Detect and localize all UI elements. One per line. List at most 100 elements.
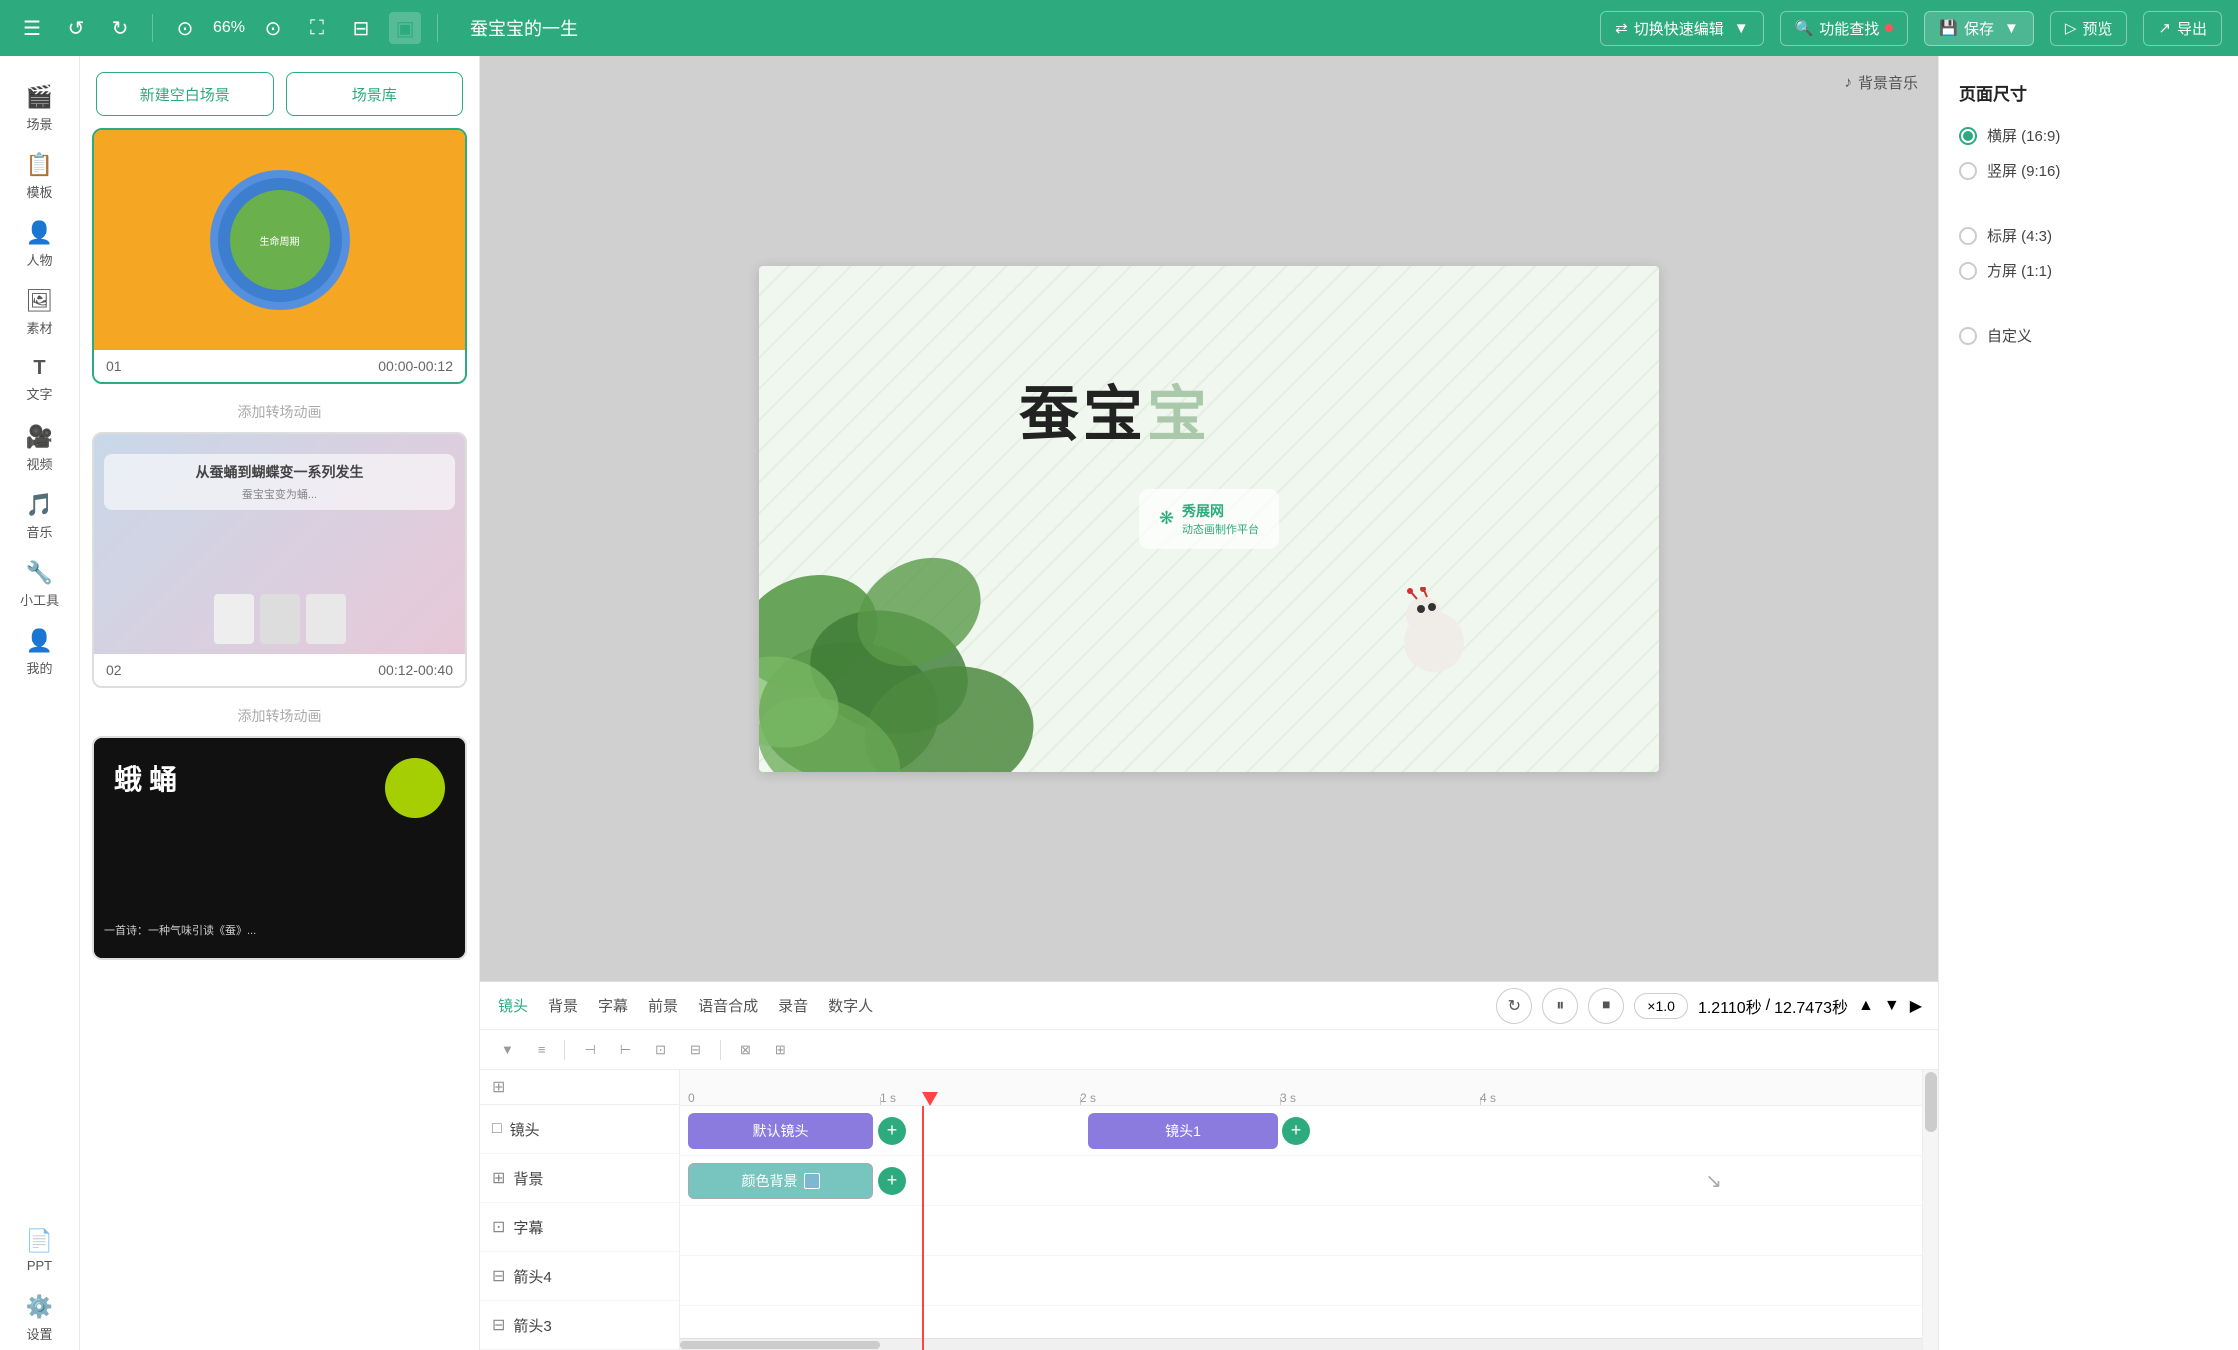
scene-card-3[interactable]: 蛾 蛹 一首诗：一种气味引读《蚕》... [92, 736, 467, 960]
lens-track-label: 镜头 [510, 1119, 540, 1140]
sidebar-item-mine[interactable]: 👤 我的 [4, 620, 76, 684]
add-btn-bg[interactable]: + [878, 1167, 906, 1195]
sidebar-item-template[interactable]: 📋 模板 [4, 144, 76, 208]
bg-music-button[interactable]: ♪ 背景音乐 [1844, 72, 1918, 93]
sidebar-item-material[interactable]: 🖼 素材 [4, 280, 76, 344]
sidebar-item-scene[interactable]: 🎬 场景 [4, 76, 76, 140]
expand-icon[interactable]: ▶ [1910, 996, 1922, 1016]
add-transition-1[interactable]: 添加转场动画 [92, 392, 467, 432]
more-btn[interactable]: ⊞ [766, 1038, 795, 1062]
up-arrow-icon[interactable]: ▲ [1858, 997, 1874, 1015]
option-custom[interactable]: 自定义 [1959, 325, 2218, 346]
save-dropdown-icon[interactable]: ▼ [2004, 20, 2019, 37]
scene-library-button[interactable]: 场景库 [286, 72, 464, 116]
speed-button[interactable]: ×1.0 [1634, 993, 1688, 1019]
export-button[interactable]: ↗ 导出 [2143, 11, 2222, 46]
tab-foreground[interactable]: 前景 [646, 991, 680, 1020]
ppt-icon: 📄 [26, 1228, 53, 1254]
delete-btn[interactable]: ⊢ [611, 1038, 640, 1062]
down-arrow-icon[interactable]: ▼ [1884, 997, 1900, 1015]
add-btn-after-lens1[interactable]: + [1282, 1117, 1310, 1145]
fullscreen-icon[interactable]: ⛶ [301, 12, 333, 44]
option-landscape[interactable]: 横屏 (16:9) [1959, 125, 2218, 146]
scrollbar-thumb[interactable] [680, 1341, 880, 1349]
sidebar-label-scene: 场景 [26, 114, 52, 133]
radio-landscape[interactable] [1959, 127, 1977, 145]
undo-button[interactable]: ↺ [60, 12, 92, 44]
sidebar-item-video[interactable]: 🎥 视频 [4, 416, 76, 480]
save-button[interactable]: 💾 保存 ▼ [1924, 11, 2034, 46]
redo-button[interactable]: ↻ [104, 12, 136, 44]
new-scene-button[interactable]: 新建空白场景 [96, 72, 274, 116]
canvas-stage[interactable]: 蚕宝宝 ❋ [759, 266, 1659, 772]
timeline-scrollbar[interactable] [680, 1338, 1922, 1350]
add-btn-after-default-lens[interactable]: + [878, 1117, 906, 1145]
tab-bg[interactable]: 背景 [546, 991, 580, 1020]
radio-portrait[interactable] [1959, 162, 1977, 180]
vertical-scrollbar[interactable] [1922, 1070, 1938, 1350]
preview-icon[interactable]: ⊙ [257, 12, 289, 44]
loop-button[interactable]: ↻ [1496, 988, 1532, 1024]
track-content: 0 1 s 2 s 3 s 4 s [680, 1070, 1922, 1350]
view-icon[interactable]: ⊙ [169, 12, 201, 44]
sidebar-item-tools[interactable]: 🔧 小工具 [4, 552, 76, 616]
scene-card-footer-1: 01 00:00-00:12 [94, 350, 465, 382]
switch-dropdown-icon[interactable]: ▼ [1734, 20, 1749, 37]
playhead-line[interactable] [922, 1106, 924, 1350]
menu-icon[interactable]: ☰ [16, 12, 48, 44]
leaves-decoration [759, 432, 1109, 772]
radio-square[interactable] [1959, 262, 1977, 280]
sidebar-item-character[interactable]: 👤 人物 [4, 212, 76, 276]
tab-lens[interactable]: 镜头 [496, 991, 530, 1020]
project-title: 蚕宝宝的一生 [470, 15, 578, 41]
scene-item-2: 从蚕蛹到蝴蝶变一系列发生 蚕宝宝变为蛹... 02 00:12-00:40 [92, 432, 467, 688]
function-search-button[interactable]: 🔍 功能查找 [1780, 11, 1909, 46]
label-portrait: 竖屏 (9:16) [1987, 160, 2060, 181]
scene-number-1: 01 [106, 358, 122, 374]
copy-btn[interactable]: ⊡ [646, 1038, 675, 1062]
add-transition-2[interactable]: 添加转场动画 [92, 696, 467, 736]
arrow4-track-icon: ⊟ [492, 1266, 505, 1286]
radio-custom[interactable] [1959, 327, 1977, 345]
sidebar-label-video: 视频 [26, 454, 52, 473]
filter-btn[interactable]: ▼ [492, 1038, 523, 1061]
track-filter-icon[interactable]: ⊞ [492, 1077, 505, 1097]
label-square: 方屏 (1:1) [1987, 260, 2052, 281]
scene-panel-header: 新建空白场景 场景库 [80, 56, 479, 128]
timeline-controls: ↻ ⏸ ⏹ ×1.0 1.2110秒 / 12.7473秒 ▲ ▼ ▶ [1496, 988, 1922, 1024]
aspect-icon[interactable]: ▣ [389, 12, 421, 44]
split-icon[interactable]: ⊟ [345, 12, 377, 44]
page-size-title: 页面尺寸 [1959, 80, 2218, 105]
list-btn[interactable]: ≡ [529, 1038, 555, 1061]
pause-button[interactable]: ⏸ [1542, 988, 1578, 1024]
preview-button[interactable]: ▷ 预览 [2050, 11, 2128, 46]
tab-voice[interactable]: 语音合成 [696, 991, 760, 1020]
export-icon: ↗ [2158, 19, 2171, 37]
canvas-title-highlight: 宝 [1147, 382, 1211, 448]
option-standard[interactable]: 标屏 (4:3) [1959, 225, 2218, 246]
paste-btn[interactable]: ⊟ [681, 1038, 710, 1062]
block-default-lens[interactable]: 默认镜头 [688, 1113, 873, 1149]
scene-card-1[interactable]: 生命周期 01 00:00-00:12 [92, 128, 467, 384]
sidebar-item-music[interactable]: 🎵 音乐 [4, 484, 76, 548]
block-color-bg[interactable]: 颜色背景 [688, 1163, 873, 1199]
block-lens1[interactable]: 镜头1 [1088, 1113, 1278, 1149]
align-btn[interactable]: ⊠ [731, 1038, 760, 1062]
option-square[interactable]: 方屏 (1:1) [1959, 260, 2218, 281]
radio-standard[interactable] [1959, 227, 1977, 245]
tab-subtitle[interactable]: 字幕 [596, 991, 630, 1020]
stop-button[interactable]: ⏹ [1588, 988, 1624, 1024]
sidebar-item-text[interactable]: T 文字 [4, 348, 76, 412]
tab-record[interactable]: 录音 [776, 991, 810, 1020]
search-icon: 🔍 [1795, 19, 1814, 37]
sidebar-item-ppt[interactable]: 📄 PPT [4, 1218, 76, 1282]
sidebar-item-settings[interactable]: ⚙️ 设置 [4, 1286, 76, 1350]
split-btn[interactable]: ⊣ [575, 1038, 604, 1062]
switch-edit-button[interactable]: ⇄ 切换快速编辑 ▼ [1600, 11, 1763, 46]
scene-time-1: 00:00-00:12 [378, 358, 453, 374]
zoom-level[interactable]: 66% [213, 19, 245, 37]
tab-digital[interactable]: 数字人 [826, 991, 875, 1020]
scene-card-2[interactable]: 从蚕蛹到蝴蝶变一系列发生 蚕宝宝变为蛹... 02 00:12-00:40 [92, 432, 467, 688]
option-portrait[interactable]: 竖屏 (9:16) [1959, 160, 2218, 181]
playhead-marker [922, 1092, 938, 1106]
